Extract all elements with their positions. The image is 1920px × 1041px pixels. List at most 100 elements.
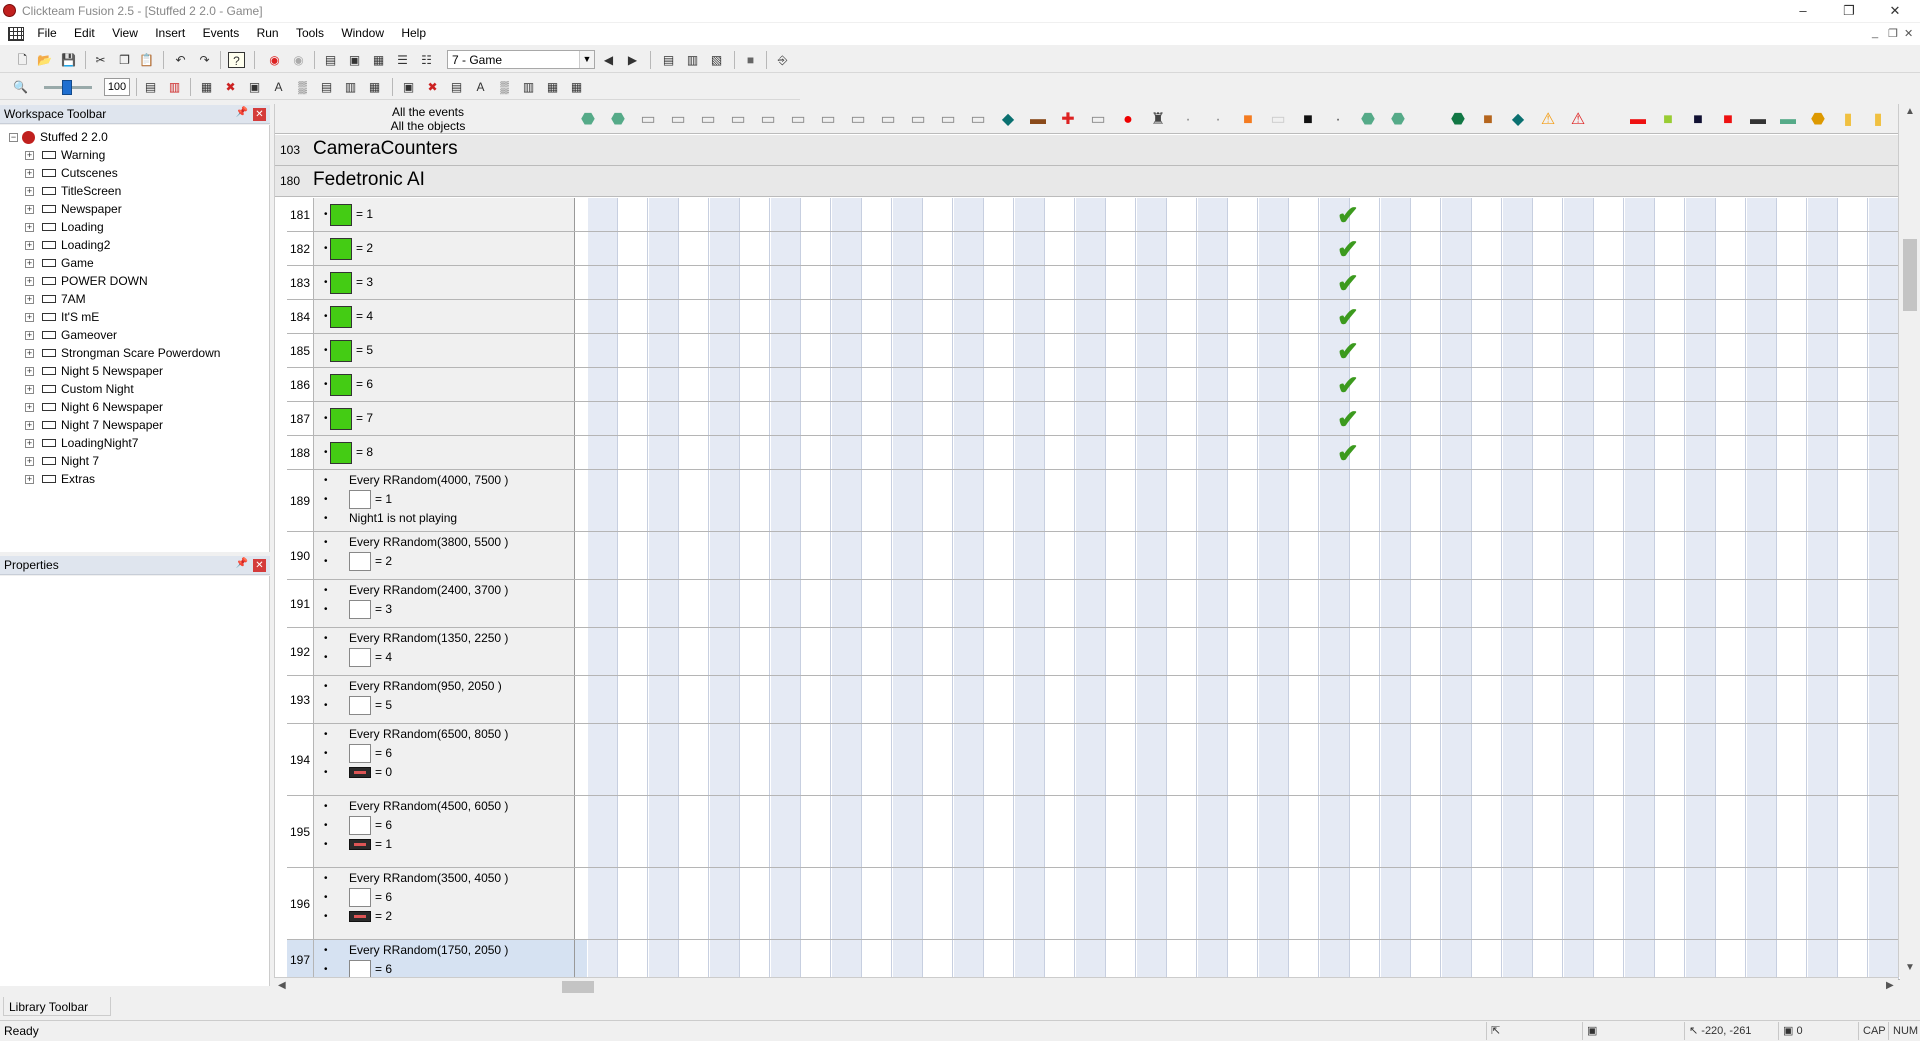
event-conditions[interactable]: • Every RRandom(6500, 8050 ) • = 6 • = 0 [313, 724, 575, 795]
object-icon[interactable]: ▭ [755, 111, 781, 129]
event-actions-grid[interactable] [587, 334, 1900, 367]
tree-root[interactable]: Stuffed 2 2.0 [22, 128, 108, 146]
mdi-minimize-icon[interactable]: _ [1872, 27, 1878, 39]
object-icon[interactable]: ♜ [1145, 111, 1171, 129]
scroll-right-icon[interactable]: ▶ [1886, 980, 1894, 991]
event-row[interactable]: 194 • Every RRandom(6500, 8050 ) • = 6 • = 0 [287, 724, 1900, 796]
event-list-icon[interactable]: ☰ [394, 52, 411, 68]
remove-icon[interactable]: ✖ [424, 79, 441, 95]
object-icon[interactable]: ⬣ [575, 111, 601, 129]
new-icon[interactable]: 🗋 [14, 52, 31, 68]
expand-icon[interactable]: + [25, 205, 34, 214]
event-row[interactable]: 186 • = 6 ✔ [287, 368, 1900, 402]
event-row[interactable]: 193 • Every RRandom(950, 2050 ) • = 5 [287, 676, 1900, 724]
horizontal-scroll-thumb[interactable] [562, 981, 594, 993]
object-icon[interactable]: ▭ [785, 111, 811, 129]
pin-icon[interactable]: 📌 [236, 107, 248, 118]
event-row[interactable]: 184 • = 4 ✔ [287, 300, 1900, 334]
object-icon[interactable]: ▭ [815, 111, 841, 129]
event-row[interactable]: 182 • = 2 ✔ [287, 232, 1900, 266]
event-conditions[interactable]: • = 4 [313, 300, 575, 333]
object-icon[interactable]: ⬣ [1805, 111, 1831, 129]
menu-edit[interactable]: Edit [67, 23, 102, 45]
checkmark-icon[interactable]: ✔ [1337, 270, 1359, 296]
horizontal-scrollbar[interactable]: ◀ ▶ [274, 977, 1898, 994]
event-actions-grid[interactable] [587, 300, 1900, 333]
table-icon[interactable]: ▦ [568, 79, 585, 95]
expand-icon[interactable]: + [25, 331, 34, 340]
mdi-close-icon[interactable]: ✕ [1904, 27, 1913, 40]
disable-event-icon[interactable]: ✖ [222, 79, 239, 95]
event-row[interactable]: 196 • Every RRandom(3500, 4050 ) • = 6 • = 2 [287, 868, 1900, 940]
object-icon[interactable] [1595, 111, 1621, 129]
expand-icon[interactable]: + [25, 475, 34, 484]
object-icon[interactable]: ▭ [635, 111, 661, 129]
tree-frame-item[interactable]: Custom Night [42, 380, 134, 398]
zoom-slider[interactable] [44, 80, 92, 95]
tree-frame-item[interactable]: POWER DOWN [42, 272, 148, 290]
event-actions-grid[interactable] [587, 796, 1900, 867]
event-conditions[interactable]: • Every RRandom(950, 2050 ) • = 5 [313, 676, 575, 723]
menu-events[interactable]: Events [196, 23, 247, 45]
expand-icon[interactable]: + [25, 187, 34, 196]
object-icon[interactable]: ⬣ [1355, 111, 1381, 129]
object-icon[interactable]: ◆ [995, 111, 1021, 129]
collapse-icon[interactable]: − [9, 133, 18, 142]
undo-icon[interactable]: ↶ [172, 52, 189, 68]
event-actions-grid[interactable] [587, 868, 1900, 939]
mdi-restore-icon[interactable]: ❐ [1888, 27, 1898, 40]
expand-icon[interactable]: + [25, 421, 34, 430]
run-build-icon[interactable]: ▧ [708, 52, 725, 68]
object-icon[interactable]: ⚠ [1565, 111, 1591, 129]
object-icon[interactable]: ■ [1655, 111, 1681, 129]
vertical-scroll-thumb[interactable] [1903, 239, 1917, 311]
event-editor-icon[interactable]: ▦ [370, 52, 387, 68]
build-icon[interactable]: ⎆ [774, 52, 791, 68]
expand-icon[interactable]: + [25, 349, 34, 358]
zoom-fit-icon[interactable]: ▦ [544, 79, 561, 95]
object-icon[interactable] [1415, 111, 1441, 129]
tree-frame-item[interactable]: Warning [42, 146, 105, 164]
event-actions-grid[interactable] [587, 628, 1900, 675]
object-icon[interactable]: ✚ [1055, 111, 1081, 129]
minimize-button[interactable]: – [1780, 0, 1826, 22]
grid-toggle-icon[interactable]: ▦ [366, 79, 383, 95]
object-icon[interactable]: ▬ [1775, 111, 1801, 129]
pin-icon[interactable]: 📌 [236, 558, 248, 569]
object-icon[interactable]: ▬ [1625, 111, 1651, 129]
forward-icon[interactable]: ◉ [290, 52, 307, 68]
cut-icon[interactable]: ✂ [92, 52, 109, 68]
tree-frame-item[interactable]: Gameover [42, 326, 117, 344]
layer-icon[interactable]: ▥ [520, 79, 537, 95]
object-icon[interactable]: ▬ [1745, 111, 1771, 129]
open-icon[interactable]: 📂 [36, 52, 53, 68]
tree-frame-item[interactable]: Loading [42, 218, 104, 236]
event-conditions[interactable]: • Every RRandom(4000, 7500 ) • = 1 • Night1 i… [313, 470, 575, 531]
event-actions-grid[interactable] [587, 368, 1900, 401]
close-button[interactable]: ✕ [1872, 0, 1918, 22]
tree-frame-item[interactable]: Night 6 Newspaper [42, 398, 163, 416]
tree-frame-item[interactable]: Newspaper [42, 200, 122, 218]
checkmark-icon[interactable]: ✔ [1337, 236, 1359, 262]
event-row[interactable]: 195 • Every RRandom(4500, 6050 ) • = 6 • = 1 [287, 796, 1900, 868]
expand-icon[interactable]: + [25, 367, 34, 376]
menu-insert[interactable]: Insert [148, 23, 192, 45]
checkmark-icon[interactable]: ✔ [1337, 304, 1359, 330]
alpha-icon[interactable]: A [472, 79, 489, 95]
pattern-icon[interactable]: ▒ [496, 79, 513, 95]
expand-icon[interactable]: + [25, 151, 34, 160]
object-icon[interactable]: · [1175, 111, 1201, 129]
menu-file[interactable]: File [30, 23, 63, 45]
object-icon[interactable]: ▭ [725, 111, 751, 129]
tree-frame-item[interactable]: Extras [42, 470, 95, 488]
event-row[interactable]: 190 • Every RRandom(3800, 5500 ) • = 2 [287, 532, 1900, 580]
tree-frame-item[interactable]: Night 7 Newspaper [42, 416, 163, 434]
object-icon[interactable]: ▭ [665, 111, 691, 129]
expand-icon[interactable]: + [25, 259, 34, 268]
checkmark-icon[interactable]: ✔ [1337, 338, 1359, 364]
object-icon[interactable]: ⬣ [605, 111, 631, 129]
event-row[interactable]: 192 • Every RRandom(1350, 2250 ) • = 4 [287, 628, 1900, 676]
event-row[interactable]: 187 • = 7 ✔ [287, 402, 1900, 436]
tree-frame-item[interactable]: Night 7 [42, 452, 99, 470]
storyboard-icon[interactable]: ▤ [322, 52, 339, 68]
